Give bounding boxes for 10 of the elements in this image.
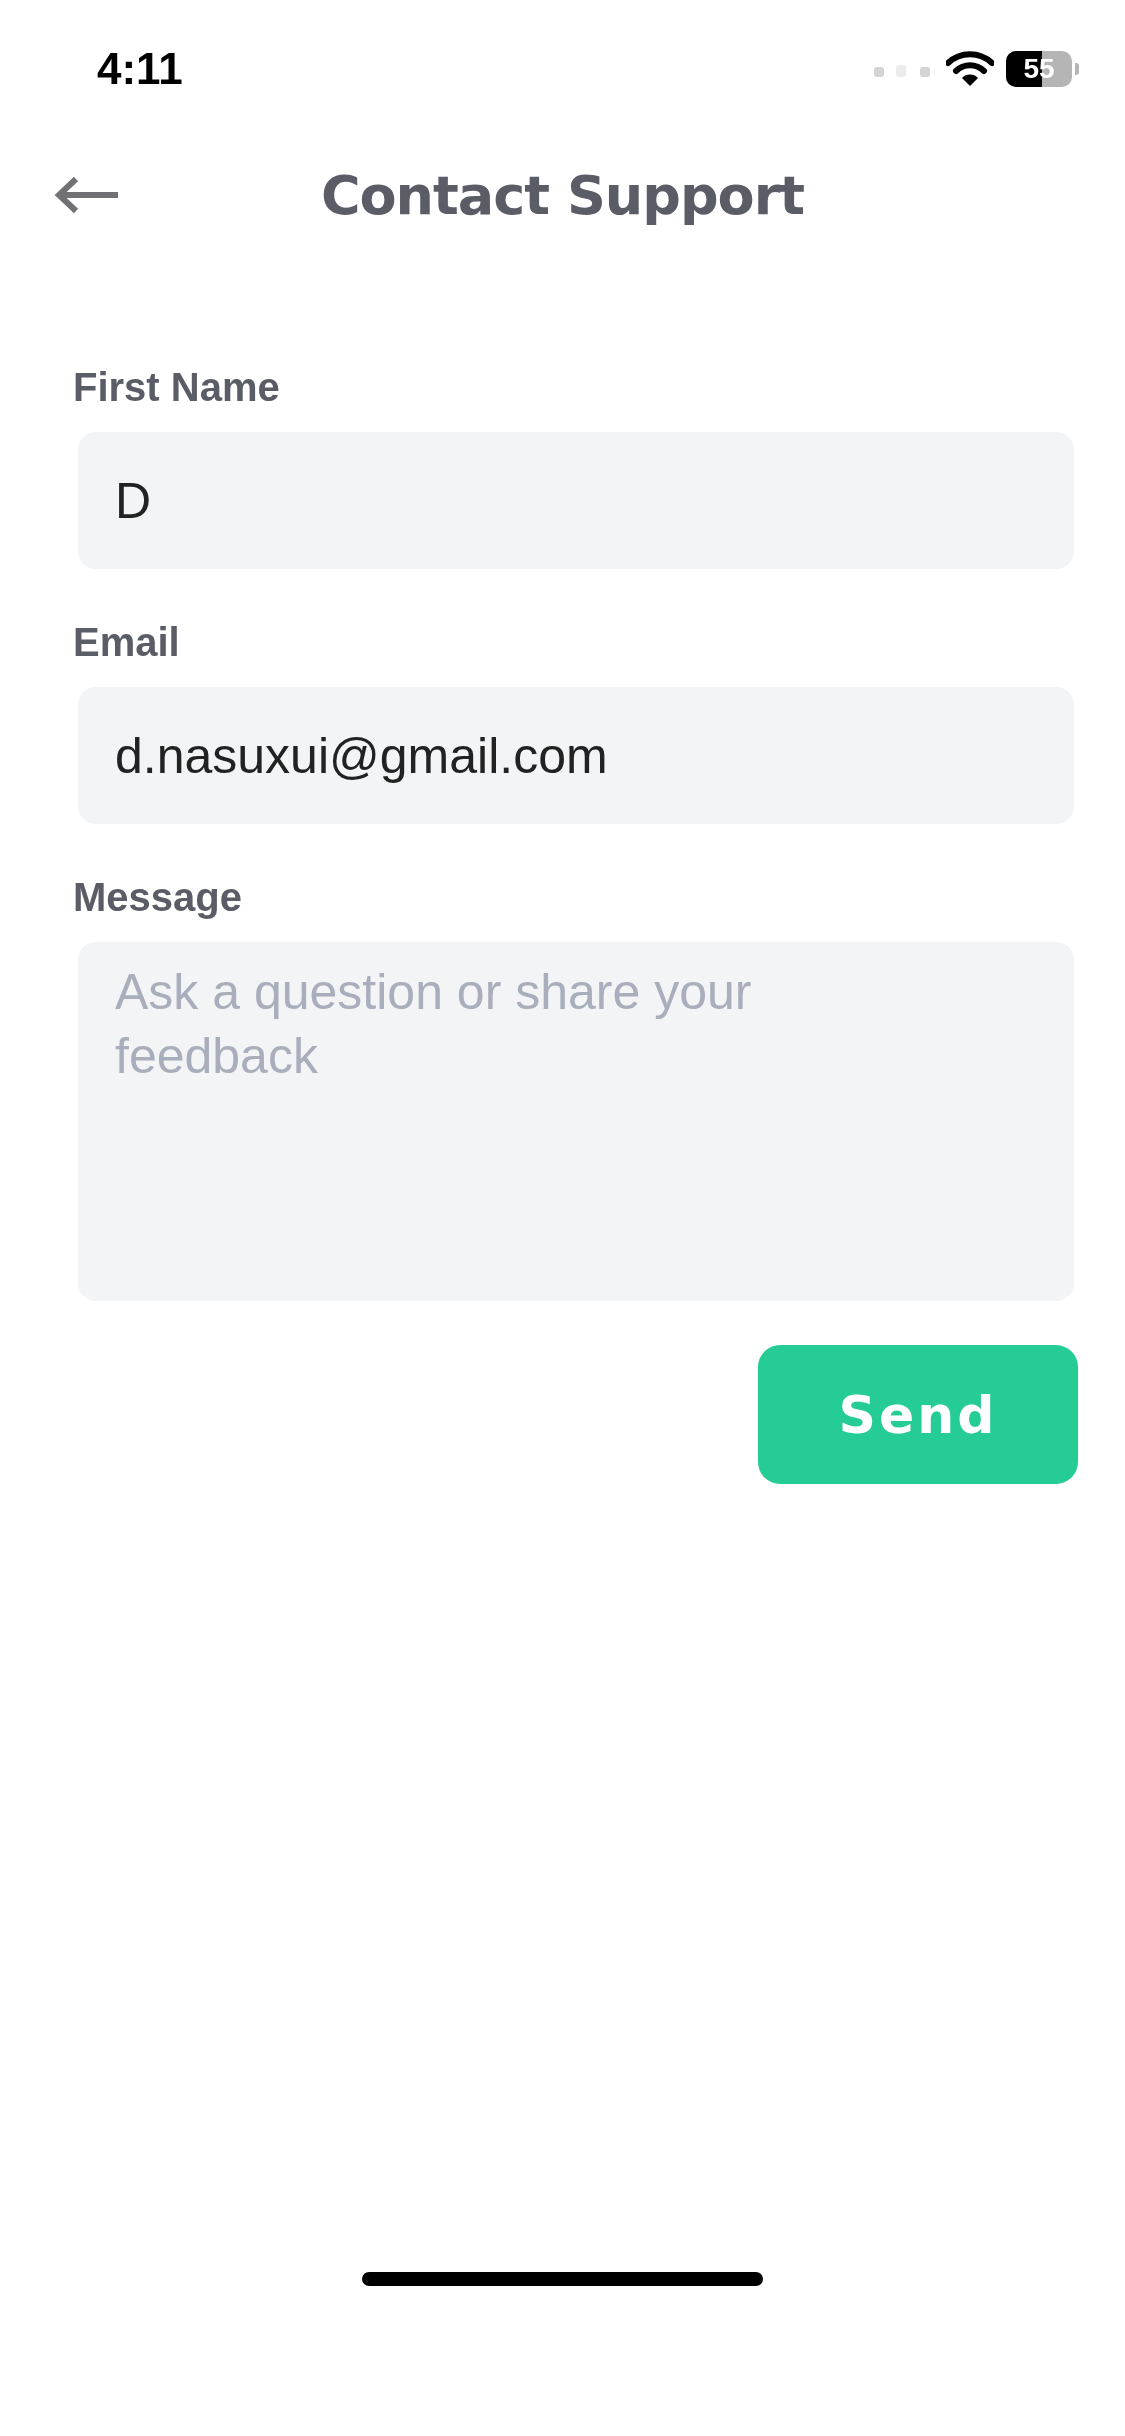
input-field[interactable]: D	[78, 432, 1074, 569]
field-label: Email	[73, 619, 181, 665]
status-time: 4:11	[97, 44, 183, 94]
page-title: Contact Support	[320, 163, 805, 227]
wifi-icon	[946, 51, 994, 87]
back-arrow-icon[interactable]	[54, 175, 120, 215]
field-label: Message	[73, 874, 243, 920]
field-label: First Name	[73, 364, 281, 410]
message-field[interactable]: Ask a question or share your feedback	[78, 942, 1074, 1301]
input-field[interactable]: d.nasuxui@gmail.com	[78, 687, 1074, 824]
